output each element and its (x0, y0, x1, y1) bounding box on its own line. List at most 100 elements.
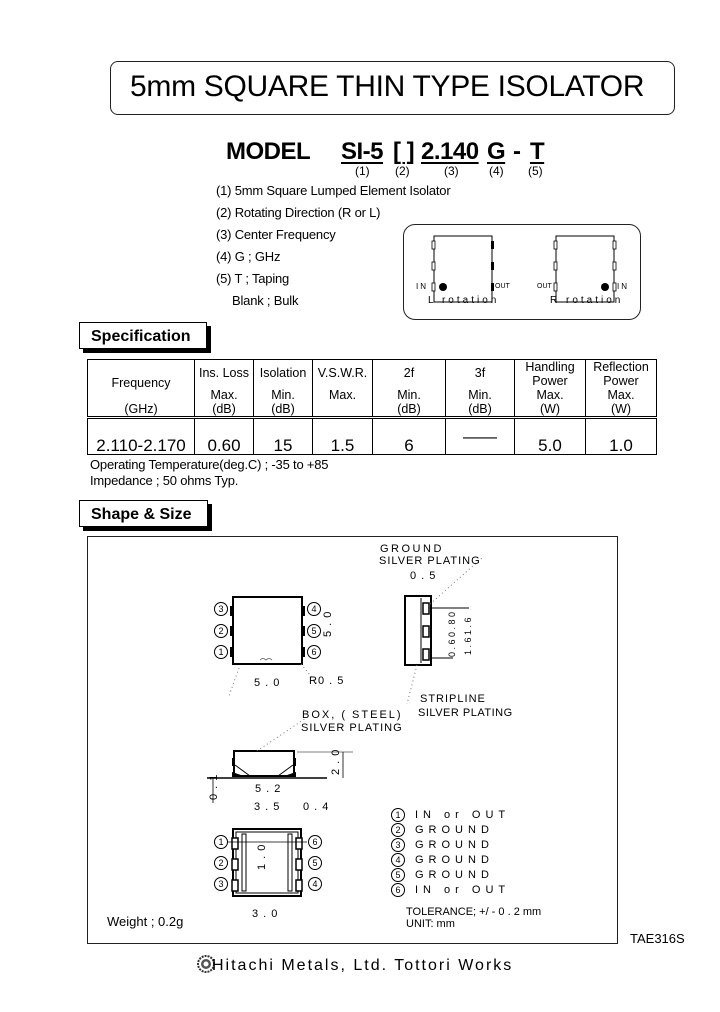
operating-temperature-note: Operating Temperature(deg.C) ; -35 to +8… (90, 457, 329, 472)
pin-4-marker: 4 (307, 602, 321, 616)
pin-1-marker: 1 (214, 835, 228, 849)
model-part-frequency: 2.140 (421, 138, 479, 165)
col-qualifier: Max. (328, 388, 357, 402)
shape-size-header: Shape & Size (79, 500, 208, 527)
col-qualifier: Max. (536, 388, 564, 402)
r-rotation-caption: R rotation (550, 295, 624, 306)
pin-number: 2 (391, 823, 405, 837)
unit-note: UNIT: mm (406, 918, 455, 930)
model-part-direction: [ ] (393, 138, 415, 165)
ground-label: GROUND (380, 543, 444, 555)
desc-item: (2) Rotating Direction (R or L) (216, 205, 381, 220)
desc-item: Blank ; Bulk (232, 293, 299, 308)
pin-number: 6 (391, 883, 405, 897)
pin-number: 5 (391, 868, 405, 882)
spec-header-row: Frequency (GHz) Ins. Loss Max. (dB) Isol… (87, 359, 657, 419)
col-title: V.S.W.R. (317, 366, 368, 380)
l-out-label: OUT (495, 283, 510, 290)
in-dot-icon (601, 283, 609, 291)
value-handling-power: 5.0 (514, 417, 586, 455)
pin-function: IN or OUT (415, 883, 511, 896)
col-unit: (dB) (271, 402, 295, 416)
pin-legend-3: 3 GROUND (391, 838, 494, 852)
spec-value-row: 2.110-2.170 0.60 15 1.5 6 —— 5.0 1.0 (87, 417, 657, 455)
col-2f: 2f Min. (dB) (372, 359, 446, 419)
col-title-2: Power (603, 374, 639, 388)
col-title: Handling (525, 360, 575, 374)
specification-header: Specification (79, 322, 207, 349)
model-index-3: (3) (444, 164, 459, 178)
dim-0-4: 0 . 4 (303, 801, 330, 813)
value-vswr: 1.5 (312, 417, 373, 455)
radius-label: R0 . 5 (309, 675, 345, 687)
pin-6-marker: 6 (307, 645, 321, 659)
pin-legend-6: 6 IN or OUT (391, 883, 510, 897)
pin-number: 1 (391, 808, 405, 822)
col-frequency: Frequency (GHz) (87, 359, 195, 419)
model-part-packaging: T (530, 138, 545, 165)
pin-function: GROUND (415, 868, 494, 881)
col-title-2: Power (532, 374, 568, 388)
pin-1-marker: 1 (214, 645, 228, 659)
dim-side-a: 0 . 6 0 . 8 0 (447, 611, 457, 657)
document-title: 5mm SQUARE THIN TYPE ISOLATOR (130, 70, 645, 103)
pin-function: GROUND (415, 838, 494, 851)
dim-1-0: 1 . 0 (256, 843, 268, 870)
pin-5-marker: 5 (308, 856, 322, 870)
value-2f: 6 (372, 417, 446, 455)
value-reflection-power: 1.0 (585, 417, 657, 455)
col-unit: (dB) (468, 402, 492, 416)
col-unit: (W) (610, 402, 632, 416)
r-rotation-chip (553, 235, 617, 303)
pin-2-marker: 2 (214, 624, 228, 638)
col-qualifier: Max. (607, 388, 635, 402)
desc-item: (4) G ; GHz (216, 249, 281, 264)
document-code: TAE316S (630, 931, 685, 946)
value-3f: —— (445, 417, 515, 455)
model-index-4: (4) (489, 164, 504, 178)
model-index-2: (2) (395, 164, 410, 178)
in-dot-icon (439, 283, 447, 291)
dim-5-0-width: 5 . 0 (254, 677, 281, 689)
col-unit: (dB) (397, 402, 421, 416)
col-title: Isolation (259, 366, 307, 380)
pin-legend-4: 4 GROUND (391, 853, 494, 867)
spec-table: Frequency (GHz) Ins. Loss Max. (dB) Isol… (87, 359, 657, 455)
col-unit: (W) (539, 402, 561, 416)
pin-number: 4 (391, 853, 405, 867)
pin-2-marker: 2 (214, 856, 228, 870)
tolerance-note: TOLERANCE; +/ - 0 . 2 mm (406, 906, 542, 918)
model-part-unit: G (487, 138, 506, 165)
col-title: Ins. Loss (198, 366, 250, 380)
pin-legend-5: 5 GROUND (391, 868, 494, 882)
pin-function: GROUND (415, 823, 494, 836)
r-out-label: OUT (537, 283, 552, 290)
value-ins-loss: 0.60 (194, 417, 254, 455)
col-title: 3f (474, 366, 486, 380)
dim-side-b: 1 . 6 1 . 6 (463, 617, 473, 655)
l-rotation-caption: L rotation (428, 295, 500, 306)
l-in-label: IN (416, 282, 428, 291)
desc-item: (3) Center Frequency (216, 227, 336, 242)
col-title: Reflection (593, 360, 649, 374)
weight-note: Weight ; 0.2g (107, 914, 184, 929)
impedance-note: Impedance ; 50 ohms Typ. (90, 473, 239, 488)
col-title: Frequency (111, 376, 171, 390)
pin-5-marker: 5 (307, 624, 321, 638)
col-3f: 3f Min. (dB) (445, 359, 515, 419)
l-rotation-chip (431, 235, 494, 303)
desc-item: (1) 5mm Square Lumped Element Isolator (216, 183, 451, 198)
pin-4-marker: 4 (308, 877, 322, 891)
col-qualifier: Min. (271, 388, 295, 402)
col-vswr: V.S.W.R. Max. (312, 359, 373, 419)
col-qualifier: Min. (468, 388, 492, 402)
desc-item: (5) T ; Taping (216, 271, 290, 286)
silver-plating-label: SILVER PLATING (301, 722, 403, 734)
model-part-series: SI-5 (341, 138, 384, 165)
dim-3-0: 3 . 0 (252, 908, 279, 920)
r-in-label: IN (617, 282, 629, 291)
dim-0-1: 0 . 1 (208, 773, 220, 800)
model-separator: - (513, 138, 521, 165)
col-qualifier: Max. (210, 388, 238, 402)
pin-legend-2: 2 GROUND (391, 823, 494, 837)
